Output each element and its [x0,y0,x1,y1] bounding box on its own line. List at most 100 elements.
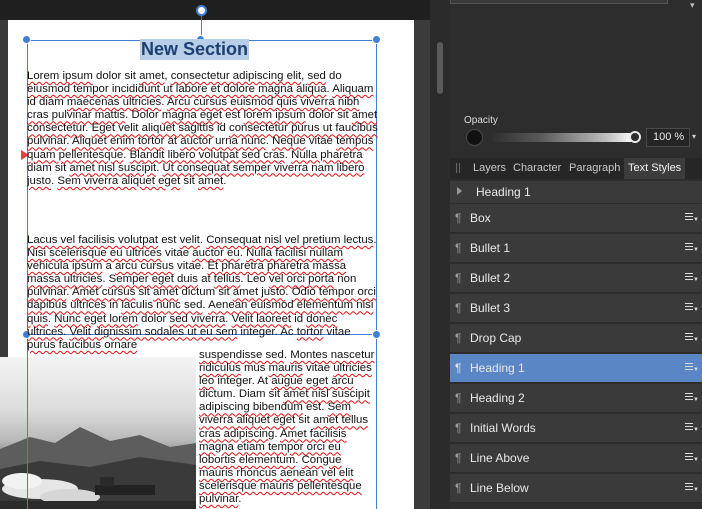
chevron-down-icon[interactable]: ▼ [693,247,699,253]
tab-character[interactable]: Character [513,158,561,179]
text-run: vitae [305,135,337,148]
pilcrow-icon: ¶ [455,481,462,495]
top-field[interactable] [450,0,668,4]
chevron-down-icon[interactable]: ▼ [693,277,699,283]
misspelled-word: tortor [296,325,324,338]
chevron-down-icon[interactable]: ▼ [693,487,699,493]
misspelled-word: Nisi scelerisque eu ultrices [27,247,162,260]
chevron-down-icon[interactable]: ▼ [693,457,699,463]
hamburger-menu-icon[interactable] [685,333,693,341]
text-run: id [291,312,307,325]
opacity-slider-knob[interactable] [629,131,641,143]
opacity-slider[interactable] [490,133,635,142]
chevron-down-icon[interactable]: ▼ [693,217,699,223]
canvas-top-strip [0,0,430,20]
text-run: est [222,109,244,122]
misspelled-word: consectetur adipiscing elit [170,70,302,82]
color-swatch[interactable] [466,129,483,146]
style-item-bullet-1[interactable]: ¶ Bullet 1 ▼ [450,234,702,263]
hamburger-menu-icon[interactable] [685,273,693,281]
misspelled-word: purus faucibus ornare [27,338,138,351]
panel-scrollbar[interactable] [437,42,443,94]
text-run: dolor [137,312,170,325]
hamburger-menu-icon[interactable] [685,363,693,371]
misspelled-word: Blandit libero volutpat sed cras [129,148,285,161]
misspelled-word: sed [307,70,326,82]
text-run: sit [135,286,154,299]
rotate-handle[interactable] [196,5,207,16]
pilcrow-icon: ¶ [455,241,462,255]
style-item-label: Line Below [470,481,529,495]
misspelled-word: tellus [213,273,241,286]
style-item-bullet-2[interactable]: ¶ Bullet 2 ▼ [450,264,702,293]
style-item-initial-words[interactable]: ¶ Initial Words ▼ [450,414,702,443]
chevron-down-icon[interactable]: ▼ [693,427,699,433]
hamburger-menu-icon[interactable] [685,393,693,401]
misspelled-word: amet [197,174,224,187]
hamburger-menu-icon[interactable] [685,483,693,491]
text-run: at [164,135,181,148]
style-item-label: Bullet 1 [470,241,511,255]
hamburger-menu-icon[interactable] [685,303,693,311]
text-run: a [102,260,116,273]
body-paragraph-3[interactable]: suspendisse sed. Montes nascetur ridicul… [199,349,377,506]
text-run: vitae [302,362,334,375]
body-paragraph-1[interactable]: Lorem ipsum dolor sit amet, consectetur … [27,70,379,188]
misspelled-word: Aliquam [332,83,374,96]
hamburger-menu-icon[interactable] [685,243,693,251]
chevron-down-icon[interactable]: ▼ [693,367,699,373]
misspelled-word: Amet cursus [71,286,136,299]
misspelled-word: Velit laoreet [231,312,292,325]
disclosure-triangle-icon[interactable] [457,187,462,195]
opacity-value-field[interactable]: 100 % [646,128,690,147]
style-item-label: Bullet 3 [470,301,511,315]
misspelled-word: Aliquet enim tortor [71,135,165,148]
resize-handle-top-right[interactable] [372,35,381,44]
section-heading[interactable]: New Section [140,39,250,60]
style-item-bullet-3[interactable]: ¶ Bullet 3 ▼ [450,294,702,323]
misspelled-word: augue eget arcu [271,375,354,388]
style-item-line-below[interactable]: ¶ Line Below ▼ [450,474,702,503]
style-item-heading-2[interactable]: ¶ Heading 2 ▼ [450,384,702,413]
hamburger-menu-icon[interactable] [685,213,693,221]
style-item-drop-cap[interactable]: ¶ Drop Cap ▼ [450,324,702,353]
misspelled-word: auctor eu [192,247,240,260]
text-run: est. [302,401,328,414]
text-run: non [334,273,357,286]
misspelled-word: lorem ipsum [243,109,306,122]
text-run: . [238,493,242,506]
hamburger-menu-icon[interactable] [685,453,693,461]
misspelled-word: amet [153,286,179,299]
misspelled-word: Eget velit aliquet sagittis [91,122,214,135]
misspelled-word: sed viverra [169,312,226,325]
style-item-line-above[interactable]: ¶ Line Above ▼ [450,444,702,473]
tab-paragraph[interactable]: Paragraph [569,158,620,179]
style-item-heading-1[interactable]: ¶ Heading 1 ▼ [450,354,702,383]
text-run: diam sit [27,161,70,174]
style-item-box[interactable]: ¶ Box ▼ [450,204,702,233]
text-run: at [197,273,214,286]
text-run: . [223,174,227,187]
misspelled-word: eiusmod tempor incididunt ut labore et d… [27,83,327,96]
text-run: dictum sit [178,286,233,299]
style-item-label: Heading 2 [470,391,525,405]
text-run: . Dolor [125,109,162,122]
chevron-down-icon[interactable]: ▼ [693,337,699,343]
resize-handle-top-left[interactable] [22,35,31,44]
misspelled-word: pulvinar [27,286,67,299]
chevron-down-icon[interactable]: ▼ [693,397,699,403]
tab-layers[interactable]: Layers [473,158,506,179]
style-item-label: Box [470,211,491,225]
opacity-label: Opacity [464,115,498,126]
text-run: id diam [27,96,67,109]
tab-text-styles[interactable]: Text Styles [624,158,686,179]
misspelled-word: iaculis nunc sed [121,299,203,312]
chevron-down-icon[interactable]: ▾ [692,132,696,141]
canvas-pasteboard [414,20,430,509]
hamburger-menu-icon[interactable] [685,423,693,431]
document-canvas[interactable]: New Section Lorem ipsum dolor sit amet, … [0,0,430,509]
chevron-down-icon[interactable]: ▾ [690,0,702,10]
body-paragraph-2[interactable]: Lacus vel facilisis volutpat est velit . … [27,234,379,352]
grip-icon[interactable] [456,163,460,173]
chevron-down-icon[interactable]: ▼ [693,307,699,313]
